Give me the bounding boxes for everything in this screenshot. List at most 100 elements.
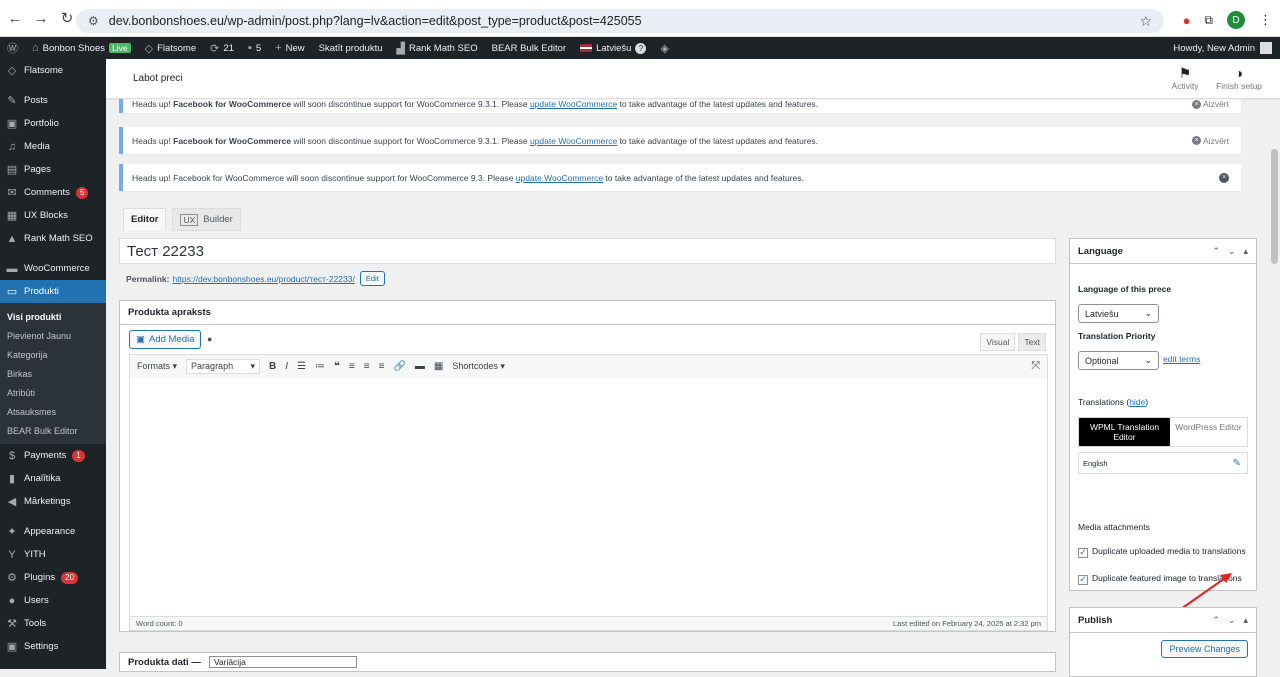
site-name-link[interactable]: ⌂ Bonbon Shoes Live [25, 37, 138, 59]
chevron-up-icon[interactable]: ⌃ [1212, 615, 1220, 626]
sidebar-item-pages[interactable]: ▤ Pages [0, 158, 106, 181]
shortcodes-dropdown[interactable]: Shortcodes ▾ [452, 361, 505, 372]
toggle-panel-icon[interactable]: ▴ [1243, 615, 1248, 626]
updates-link[interactable]: ⟳ 21 [203, 37, 241, 59]
italic-icon[interactable]: I [285, 361, 288, 372]
language-switcher[interactable]: Latviešu? [573, 37, 653, 59]
activity-button[interactable]: ⚑ Activity [1160, 65, 1210, 91]
update-woocommerce-link[interactable]: update WooCommerce [530, 99, 617, 109]
edit-permalink-button[interactable]: Edit [359, 271, 385, 286]
product-type-select[interactable]: Variācija [208, 656, 357, 668]
extension-icon[interactable]: ● [1183, 13, 1191, 28]
blockquote-icon[interactable]: ❝ [334, 361, 340, 372]
fullscreen-icon[interactable]: ⤧ [1031, 360, 1040, 373]
align-left-icon[interactable]: ≡ [349, 361, 355, 372]
tab-ux-builder[interactable]: UX Builder [172, 208, 241, 231]
submenu-item-visi-produkti[interactable]: Visi produkti [0, 307, 106, 326]
scrollbar[interactable] [1269, 59, 1280, 669]
wordpress-editor-option[interactable]: WordPress Editor [1170, 418, 1247, 446]
sidebar-item-portfolio[interactable]: ▣ Portfolio [0, 112, 106, 135]
paragraph-select[interactable]: Paragraph ▾ [186, 359, 261, 374]
permalink-link[interactable]: https://dev.bonbonshoes.eu/product/тест-… [172, 274, 354, 284]
formats-dropdown[interactable]: Formats ▾ [137, 361, 177, 372]
submenu-item-atributi[interactable]: Atribūti [0, 383, 106, 402]
address-bar[interactable]: ⚙ dev.bonbonshoes.eu/wp-admin/post.php?l… [76, 9, 1164, 33]
dismiss-button[interactable]: × [1219, 172, 1229, 183]
tab-visual[interactable]: Visual [980, 333, 1016, 351]
extensions-puzzle-icon[interactable]: ⧉ [1204, 13, 1213, 28]
back-icon[interactable]: ← [2, 5, 28, 31]
finish-setup-button[interactable]: ◑ Finish setup [1214, 65, 1264, 91]
menu-dots-icon[interactable]: ⋮ [1259, 12, 1272, 28]
edit-terms-link[interactable]: edit terms [1163, 354, 1200, 364]
pencil-icon[interactable]: ✎ [1233, 458, 1241, 469]
scrollbar-thumb[interactable] [1271, 149, 1278, 264]
link-icon[interactable]: 🔗 [393, 361, 405, 372]
priority-select[interactable]: Optional ⌄ [1078, 351, 1159, 370]
my-account[interactable]: Howdy, New Admin [1173, 37, 1272, 59]
rankmath-link[interactable]: ▟ Rank Math SEO [390, 37, 485, 59]
profile-avatar[interactable]: D [1227, 11, 1245, 29]
dismiss-button[interactable]: × Aizvērt [1192, 99, 1229, 109]
update-woocommerce-link[interactable]: update WooCommerce [530, 136, 617, 146]
help-icon[interactable]: ● [207, 334, 212, 344]
editor-content-area[interactable] [129, 378, 1048, 617]
sidebar-item-rank-math-seo[interactable]: ▲ Rank Math SEO [0, 227, 106, 250]
submenu-item-pievienot-jaunu[interactable]: Pievienot Jaunu [0, 326, 106, 345]
language-select[interactable]: Latviešu ⌄ [1078, 304, 1159, 323]
submenu-item-atsauksmes[interactable]: Atsauksmes [0, 402, 106, 421]
read-more-icon[interactable]: ▬ [415, 361, 425, 372]
bold-icon[interactable]: B [269, 361, 276, 372]
forward-icon[interactable]: → [28, 5, 54, 31]
chevron-down-icon[interactable]: ⌄ [1228, 615, 1236, 626]
sidebar-item-posts[interactable]: ✎ Posts [0, 89, 106, 112]
wpml-editor-option[interactable]: WPML Translation Editor [1079, 418, 1170, 446]
toolbar-toggle-icon[interactable]: ▦ [434, 361, 443, 372]
sidebar-item-ux-blocks[interactable]: ▦ UX Blocks [0, 204, 106, 227]
numbered-list-icon[interactable]: ≔ [315, 361, 325, 372]
flatsome-link[interactable]: ◇ Flatsome [138, 37, 204, 59]
toggle-panel-icon[interactable]: ▴ [1243, 246, 1248, 257]
add-media-button[interactable]: ▣ Add Media [129, 330, 202, 349]
sidebar-item-woocommerce[interactable]: ▬ WooCommerce [0, 257, 106, 280]
chevron-up-icon[interactable]: ⌃ [1212, 246, 1220, 257]
sidebar-item-appearance[interactable]: ✦ Appearance [0, 520, 106, 543]
submenu-item-kategorija[interactable]: Kategorija [0, 345, 106, 364]
sidebar-item-comments[interactable]: ✉ Comments 5 [0, 181, 106, 204]
sidebar-item-marketings[interactable]: ◀ Mārketings [0, 490, 106, 513]
sidebar-item-analitika[interactable]: ▮ Analītika [0, 467, 106, 490]
sidebar-item-settings[interactable]: ▣ Settings [0, 635, 106, 658]
chevron-down-icon[interactable]: ⌄ [1228, 246, 1236, 257]
submenu-item-bear-bulk-editor[interactable]: BEAR Bulk Editor [0, 421, 106, 440]
wp-logo-icon[interactable]: Ⓦ [0, 37, 25, 59]
tab-editor[interactable]: Editor [123, 208, 167, 231]
align-right-icon[interactable]: ≡ [379, 361, 385, 372]
sidebar-item-users[interactable]: ● Users [0, 589, 106, 612]
sidebar-item-plugins[interactable]: ⚙ Plugins 20 [0, 566, 106, 589]
hide-link[interactable]: hide [1129, 397, 1145, 407]
dup-media-checkbox[interactable]: ✓ Duplicate uploaded media to translation… [1078, 545, 1254, 558]
sidebar-item-tools[interactable]: ⚒ Tools [0, 612, 106, 635]
align-center-icon[interactable]: ≡ [364, 361, 370, 372]
submenu-item-birkas[interactable]: Birkas [0, 364, 106, 383]
bear-link[interactable]: BEAR Bulk Editor [485, 37, 573, 59]
sidebar-item-yith[interactable]: Y YITH [0, 543, 106, 566]
dismiss-button[interactable]: × Aizvērt [1192, 136, 1229, 146]
comments-link[interactable]: ▪ 5 [241, 37, 268, 59]
post-title-input[interactable]: Тест 22233 [119, 238, 1056, 264]
wpml-icon[interactable]: ◈ [653, 37, 675, 59]
sidebar-item-payments[interactable]: $ Payments 1 [0, 444, 106, 467]
site-info-icon[interactable]: ⚙ [88, 14, 99, 28]
tab-text[interactable]: Text [1018, 333, 1046, 351]
new-content-link[interactable]: + New [268, 37, 311, 59]
update-woocommerce-link[interactable]: update WooCommerce [516, 173, 603, 183]
bullet-list-icon[interactable]: ☰ [297, 361, 306, 372]
sidebar-item-produkti[interactable]: ▭ Produkti [0, 280, 106, 303]
view-product-link[interactable]: Skatīt produktu [312, 37, 390, 59]
admin-bar: Ⓦ ⌂ Bonbon Shoes Live ◇ Flatsome ⟳ 21 ▪ 5 + Ne… [0, 37, 1280, 59]
preview-changes-button[interactable]: Preview Changes [1161, 640, 1248, 658]
sidebar-item-media[interactable]: ♫ Media [0, 135, 106, 158]
sidebar-item-flatsome[interactable]: ◇ Flatsome [0, 59, 106, 82]
close-icon: × [1219, 172, 1229, 183]
bookmark-star-icon[interactable]: ☆ [1139, 13, 1152, 30]
